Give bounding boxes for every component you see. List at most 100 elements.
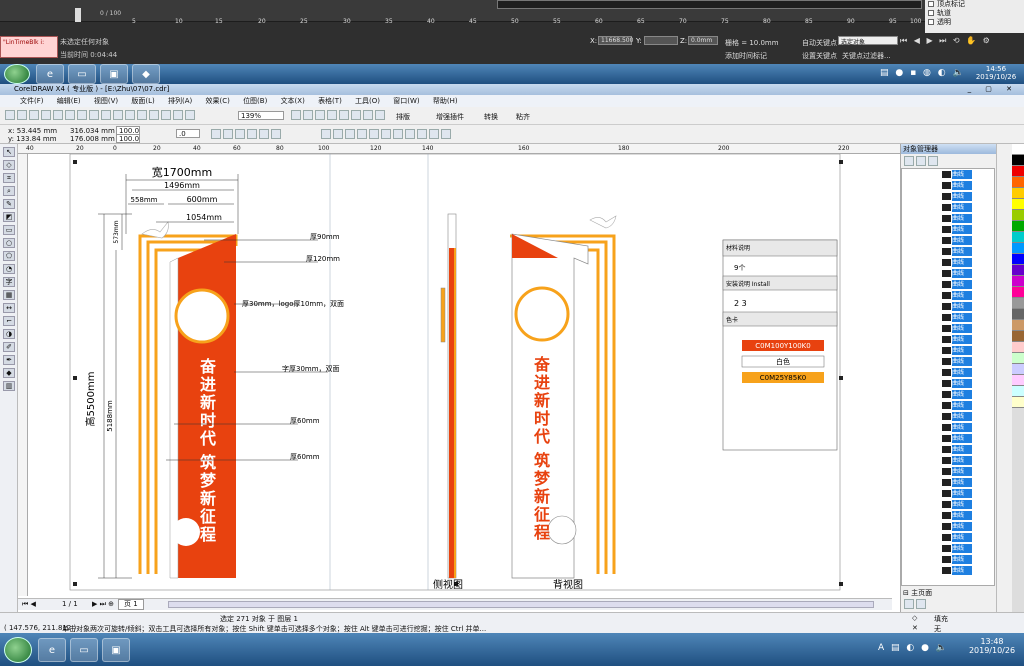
object-row[interactable]: 曲线 (902, 477, 994, 488)
object-row[interactable]: 曲线 (902, 312, 994, 323)
object-row[interactable]: 曲线 (902, 224, 994, 235)
horizontal-scrollbar[interactable] (168, 601, 874, 608)
position-y[interactable]: y: 133.84 mm (8, 135, 57, 143)
clock[interactable]: 13:48 2019/10/26 (966, 637, 1018, 655)
object-row[interactable]: 曲线 (902, 257, 994, 268)
object-row[interactable]: 曲线 (902, 565, 994, 576)
zoom-tool-icon[interactable]: ⌕ (3, 186, 15, 196)
key-filter-button[interactable]: 关键点过滤器... (842, 51, 891, 61)
palette-swatch[interactable] (1012, 386, 1024, 397)
menu-view[interactable]: 视图(V) (94, 97, 118, 105)
object-row[interactable]: 曲线 (902, 202, 994, 213)
object-row[interactable]: 曲线 (902, 455, 994, 466)
palette-swatch[interactable] (1012, 199, 1024, 210)
palette-swatch[interactable] (1012, 287, 1024, 298)
crop-tool-icon[interactable]: ⌗ (3, 173, 15, 183)
menu-bitmaps[interactable]: 位图(B) (243, 97, 267, 105)
object-page-label[interactable]: ⊟ 主页面 (903, 588, 932, 598)
docker-tab-strip[interactable] (996, 144, 1012, 612)
palette-swatch[interactable] (1012, 309, 1024, 320)
palette-swatch[interactable] (1012, 155, 1024, 166)
object-row[interactable]: 曲线 (902, 301, 994, 312)
smart-fill-icon[interactable]: ◩ (3, 212, 15, 222)
app-icon[interactable]: ▣ (100, 64, 128, 84)
coord-z-field[interactable]: 0.0mm (688, 36, 718, 45)
menu-tools[interactable]: 工具(O) (355, 97, 380, 105)
color-palette[interactable] (1012, 144, 1024, 612)
palette-swatch[interactable] (1012, 177, 1024, 188)
palette-swatch[interactable] (1012, 166, 1024, 177)
selected-object-dropdown[interactable]: 选定对象 (838, 36, 898, 46)
object-row[interactable]: 曲线 (902, 345, 994, 356)
palette-swatch[interactable] (1012, 265, 1024, 276)
horizontal-ruler[interactable]: 40 20 0 20 40 60 80 100 120 140 160 180 … (18, 144, 900, 154)
palette-swatch[interactable] (1012, 298, 1024, 309)
freehand-tool-icon[interactable]: ✎ (3, 199, 15, 209)
object-row[interactable]: 曲线 (902, 268, 994, 279)
object-row[interactable]: 曲线 (902, 367, 994, 378)
object-row[interactable]: 曲线 (902, 290, 994, 301)
menu-window[interactable]: 窗口(W) (393, 97, 419, 105)
ie-icon[interactable]: e (36, 64, 64, 84)
palette-swatch[interactable] (1012, 210, 1024, 221)
palette-swatch[interactable] (1012, 254, 1024, 265)
script-tab[interactable]: "LinTimeBlk i: (0, 36, 58, 58)
option-row[interactable]: 透明 (925, 18, 1024, 27)
basic-shapes-icon[interactable]: ◔ (3, 264, 15, 274)
file-tools[interactable] (4, 110, 196, 120)
eyedropper-icon[interactable]: ✐ (3, 342, 15, 352)
palette-swatch[interactable] (1012, 342, 1024, 353)
scale-height[interactable]: 100.0 (116, 134, 140, 143)
object-row[interactable]: 曲线 (902, 191, 994, 202)
clock[interactable]: 14:56 2019/10/26 (972, 65, 1020, 81)
menu-table[interactable]: 表格(T) (318, 97, 342, 105)
palette-swatch[interactable] (1012, 232, 1024, 243)
snap-button[interactable]: 粘齐 (516, 112, 530, 122)
3d-app-icon[interactable]: ◆ (132, 64, 160, 84)
shape-tool-icon[interactable]: ◇ (3, 160, 15, 170)
menu-arrange[interactable]: 排列(A) (168, 97, 192, 105)
zoom-tools[interactable] (290, 110, 386, 120)
object-row[interactable]: 曲线 (902, 334, 994, 345)
outline-pen-icon[interactable]: ✒ (3, 355, 15, 365)
checkbox[interactable] (928, 10, 934, 16)
connector-tool-icon[interactable]: ⌐ (3, 316, 15, 326)
zoom-level[interactable]: 139% (238, 111, 284, 120)
height-field[interactable]: 176.008 mm (70, 135, 115, 143)
object-row[interactable]: 曲线 (902, 235, 994, 246)
auto-key-button[interactable]: 自动关键点 (802, 38, 837, 48)
menu-text[interactable]: 文本(X) (281, 97, 305, 105)
menu-file[interactable]: 文件(F) (20, 97, 44, 105)
interactive-fill-icon[interactable]: ▥ (3, 381, 15, 391)
object-row[interactable]: 曲线 (902, 279, 994, 290)
menu-edit[interactable]: 编辑(E) (57, 97, 81, 105)
ellipse-tool-icon[interactable]: ○ (3, 238, 15, 248)
width-field[interactable]: 316.034 mm (70, 127, 115, 135)
tray-icons[interactable]: A ▤ ◐ ● 🔈 (878, 643, 949, 653)
option-row[interactable]: 顶点标记 (925, 0, 1024, 9)
palette-swatch[interactable] (1012, 221, 1024, 232)
set-key-button[interactable]: 设置关键点 (802, 51, 837, 61)
object-row[interactable]: 曲线 (902, 169, 994, 180)
object-row[interactable]: 曲线 (902, 389, 994, 400)
object-row[interactable]: 曲线 (902, 411, 994, 422)
palette-swatch[interactable] (1012, 364, 1024, 375)
coord-y-field[interactable] (644, 36, 678, 45)
position-x[interactable]: x: 53.445 mm (8, 127, 57, 135)
shaping-tools[interactable] (320, 129, 452, 139)
palette-swatch[interactable] (1012, 320, 1024, 331)
palette-swatch[interactable] (1012, 144, 1024, 155)
object-row[interactable]: 曲线 (902, 422, 994, 433)
menu-help[interactable]: 帮助(H) (433, 97, 458, 105)
object-row[interactable]: 曲线 (902, 246, 994, 257)
object-row[interactable]: 曲线 (902, 499, 994, 510)
object-row[interactable]: 曲线 (902, 543, 994, 554)
layout-button[interactable]: 排版 (396, 112, 410, 122)
page-tab[interactable]: 页 1 (118, 599, 144, 610)
blend-tool-icon[interactable]: ◑ (3, 329, 15, 339)
object-row[interactable]: 曲线 (902, 400, 994, 411)
object-row[interactable]: 曲线 (902, 323, 994, 334)
docker-tools[interactable] (903, 156, 939, 166)
folder-icon[interactable]: ▭ (70, 638, 98, 662)
coord-x-field[interactable]: 11668.500 (598, 36, 633, 45)
